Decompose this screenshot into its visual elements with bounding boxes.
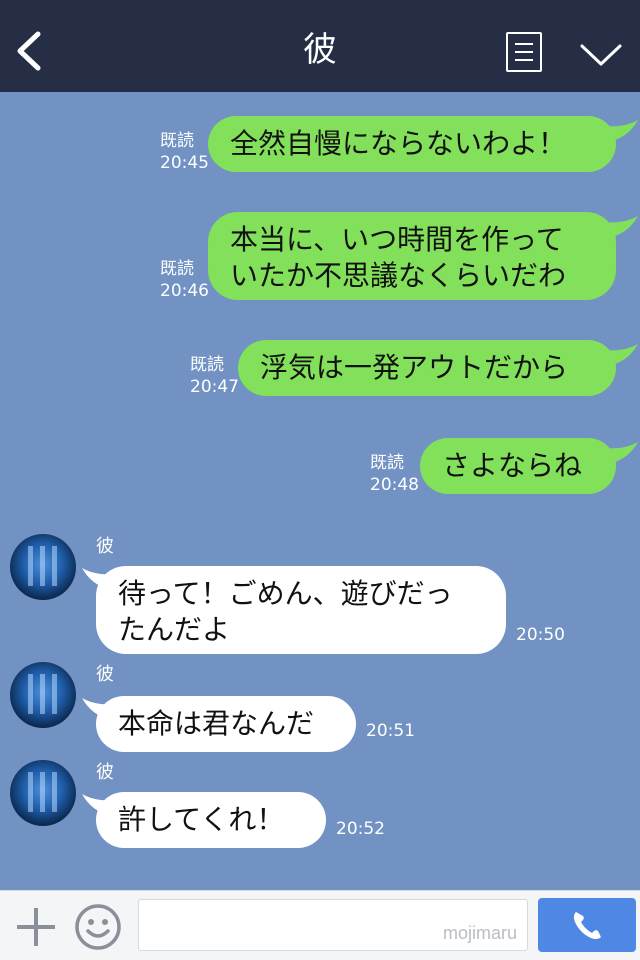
message-bubble[interactable]: 全然自慢にならないわよ！ [208, 116, 616, 172]
message-bubble[interactable]: 本当に、いつ時間を作って いたか不思議なくらいだわ [208, 212, 616, 300]
message-text: 全然自慢にならないわよ！ [230, 127, 567, 160]
watermark: mojimaru [442, 923, 517, 943]
message-meta: 既読 20:47 [190, 354, 239, 398]
collapse-button[interactable] [578, 36, 624, 72]
message-time: 20:50 [516, 625, 565, 645]
message-meta: 既読 20:45 [160, 130, 209, 174]
bubble-tail [604, 216, 638, 238]
input-bar: mojimaru [0, 890, 640, 960]
avatar[interactable] [10, 662, 76, 728]
message-input[interactable]: mojimaru [138, 899, 528, 951]
read-status: 既読 [190, 355, 224, 375]
message-time: 20:48 [370, 475, 419, 495]
plus-icon [17, 908, 55, 946]
message-text: たんだよ [118, 613, 231, 646]
message-time: 20:52 [336, 819, 385, 839]
sender-name: 彼 [96, 762, 114, 783]
message-meta: 既読 20:46 [160, 258, 209, 302]
emoji-button[interactable] [74, 903, 122, 951]
message-time: 20:46 [160, 281, 209, 301]
message-bubble[interactable]: 本命は君なんだ [96, 696, 356, 752]
message-text: 許してくれ！ [118, 803, 285, 836]
message-text: 待って！ごめん、遊びだっ [118, 577, 453, 610]
message-bubble[interactable]: 許してくれ！ [96, 792, 326, 848]
message-text: 本命は君なんだ [118, 707, 315, 740]
read-status: 既読 [160, 259, 194, 279]
sender-name: 彼 [96, 664, 114, 685]
read-status: 既読 [160, 131, 194, 151]
sender-name: 彼 [96, 536, 114, 557]
bubble-tail [604, 442, 638, 464]
message-text: さよならね [442, 449, 583, 482]
message-bubble[interactable]: さよならね [420, 438, 616, 494]
message-meta: 既読 20:48 [370, 452, 419, 496]
call-button[interactable] [538, 898, 636, 952]
message-bubble[interactable]: 待って！ごめん、遊びだっ たんだよ [96, 566, 506, 654]
chevron-down-icon [580, 44, 622, 66]
bubble-tail [604, 120, 638, 142]
message-time: 20:47 [190, 377, 239, 397]
chat-title: 彼 [303, 30, 337, 70]
bubble-tail [604, 344, 638, 366]
read-status: 既読 [370, 453, 404, 473]
plus-button[interactable] [14, 905, 58, 949]
message-text: 浮気は一発アウトだから [260, 351, 569, 384]
message-time: 20:45 [160, 153, 209, 173]
message-bubble[interactable]: 浮気は一発アウトだから [238, 340, 616, 396]
message-time: 20:51 [366, 721, 415, 741]
avatar[interactable] [10, 534, 76, 600]
phone-icon [573, 912, 601, 940]
message-text: いたか不思議なくらいだわ [230, 259, 567, 292]
smiley-icon [75, 904, 121, 950]
message-text: 本当に、いつ時間を作って [230, 223, 564, 256]
avatar[interactable] [10, 760, 76, 826]
chat-header: 彼 [0, 0, 640, 92]
menu-button[interactable] [506, 32, 542, 72]
